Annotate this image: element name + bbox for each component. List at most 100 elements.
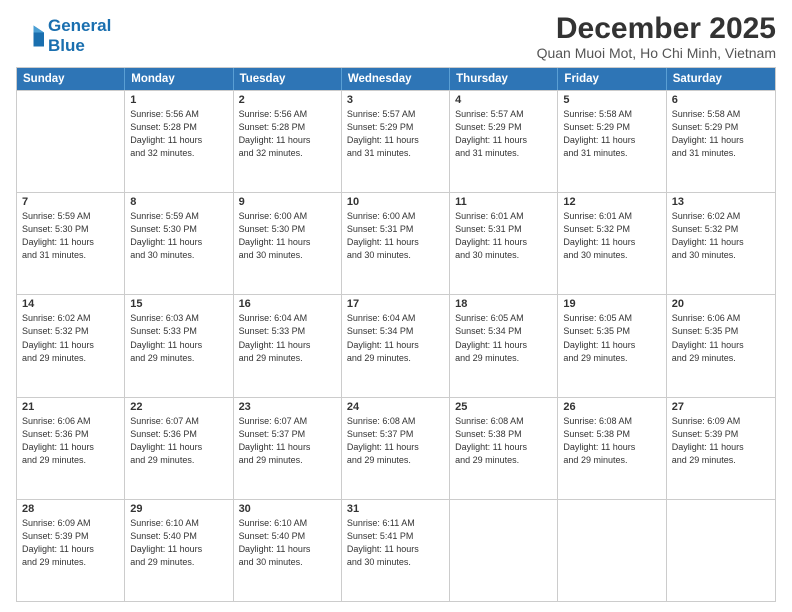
calendar-cell: 16 Sunrise: 6:04 AM Sunset: 5:33 PM Dayli… xyxy=(234,295,342,396)
day-number: 3 xyxy=(347,94,444,106)
day-number: 15 xyxy=(130,298,227,310)
calendar-cell: 23 Sunrise: 6:07 AM Sunset: 5:37 PM Dayli… xyxy=(234,398,342,499)
day-info: Sunrise: 6:04 AM Sunset: 5:34 PM Dayligh… xyxy=(347,312,444,364)
day-info: Sunrise: 5:56 AM Sunset: 5:28 PM Dayligh… xyxy=(130,108,227,160)
day-info: Sunrise: 6:10 AM Sunset: 5:40 PM Dayligh… xyxy=(239,517,336,569)
calendar-cell: 5 Sunrise: 5:58 AM Sunset: 5:29 PM Daylig… xyxy=(558,91,666,192)
calendar-cell: 15Sunrise: 6:03 AM Sunset: 5:33 PM Dayli… xyxy=(125,295,233,396)
day-info: Sunrise: 6:00 AM Sunset: 5:30 PM Dayligh… xyxy=(239,210,336,262)
day-number: 2 xyxy=(239,94,336,106)
calendar-week-row: 14Sunrise: 6:02 AM Sunset: 5:32 PM Dayli… xyxy=(17,294,775,396)
day-info: Sunrise: 5:59 AM Sunset: 5:30 PM Dayligh… xyxy=(22,210,119,262)
day-number: 6 xyxy=(672,94,770,106)
day-info: Sunrise: 6:01 AM Sunset: 5:31 PM Dayligh… xyxy=(455,210,552,262)
calendar-cell: 12 Sunrise: 6:01 AM Sunset: 5:32 PM Dayli… xyxy=(558,193,666,294)
calendar-header-cell: Wednesday xyxy=(342,68,450,90)
calendar-cell: 14Sunrise: 6:02 AM Sunset: 5:32 PM Dayli… xyxy=(17,295,125,396)
day-info: Sunrise: 5:56 AM Sunset: 5:28 PM Dayligh… xyxy=(239,108,336,160)
calendar-header-cell: Thursday xyxy=(450,68,558,90)
logo-general: General xyxy=(48,16,111,35)
calendar-week-row: 28 Sunrise: 6:09 AM Sunset: 5:39 PM Dayli… xyxy=(17,499,775,601)
calendar-cell: 11 Sunrise: 6:01 AM Sunset: 5:31 PM Dayli… xyxy=(450,193,558,294)
calendar-cell: 9 Sunrise: 6:00 AM Sunset: 5:30 PM Daylig… xyxy=(234,193,342,294)
day-info: Sunrise: 5:58 AM Sunset: 5:29 PM Dayligh… xyxy=(563,108,660,160)
day-number: 18 xyxy=(455,298,552,310)
day-info: Sunrise: 6:05 AM Sunset: 5:34 PM Dayligh… xyxy=(455,312,552,364)
logo-blue: Blue xyxy=(48,36,111,56)
day-number: 28 xyxy=(22,503,119,515)
calendar-header-cell: Sunday xyxy=(17,68,125,90)
calendar-cell: 1 Sunrise: 5:56 AM Sunset: 5:28 PM Daylig… xyxy=(125,91,233,192)
day-number: 1 xyxy=(130,94,227,106)
day-info: Sunrise: 6:00 AM Sunset: 5:31 PM Dayligh… xyxy=(347,210,444,262)
calendar-week-row: 21Sunrise: 6:06 AM Sunset: 5:36 PM Dayli… xyxy=(17,397,775,499)
day-info: Sunrise: 5:58 AM Sunset: 5:29 PM Dayligh… xyxy=(672,108,770,160)
day-number: 20 xyxy=(672,298,770,310)
day-number: 30 xyxy=(239,503,336,515)
day-info: Sunrise: 6:08 AM Sunset: 5:38 PM Dayligh… xyxy=(563,415,660,467)
calendar-week-row: 7 Sunrise: 5:59 AM Sunset: 5:30 PM Daylig… xyxy=(17,192,775,294)
day-info: Sunrise: 6:01 AM Sunset: 5:32 PM Dayligh… xyxy=(563,210,660,262)
calendar-cell: 28 Sunrise: 6:09 AM Sunset: 5:39 PM Dayli… xyxy=(17,500,125,601)
calendar-cell: 26Sunrise: 6:08 AM Sunset: 5:38 PM Dayli… xyxy=(558,398,666,499)
day-info: Sunrise: 6:08 AM Sunset: 5:37 PM Dayligh… xyxy=(347,415,444,467)
calendar-header-cell: Saturday xyxy=(667,68,775,90)
calendar-cell: 13 Sunrise: 6:02 AM Sunset: 5:32 PM Dayli… xyxy=(667,193,775,294)
day-info: Sunrise: 6:06 AM Sunset: 5:35 PM Dayligh… xyxy=(672,312,770,364)
day-number: 17 xyxy=(347,298,444,310)
day-info: Sunrise: 6:07 AM Sunset: 5:36 PM Dayligh… xyxy=(130,415,227,467)
calendar-cell: 21Sunrise: 6:06 AM Sunset: 5:36 PM Dayli… xyxy=(17,398,125,499)
day-number: 22 xyxy=(130,401,227,413)
day-number: 29 xyxy=(130,503,227,515)
calendar-cell: 10Sunrise: 6:00 AM Sunset: 5:31 PM Dayli… xyxy=(342,193,450,294)
calendar-week-row: 1 Sunrise: 5:56 AM Sunset: 5:28 PM Daylig… xyxy=(17,90,775,192)
day-info: Sunrise: 6:04 AM Sunset: 5:33 PM Dayligh… xyxy=(239,312,336,364)
calendar-cell: 24Sunrise: 6:08 AM Sunset: 5:37 PM Dayli… xyxy=(342,398,450,499)
day-info: Sunrise: 5:57 AM Sunset: 5:29 PM Dayligh… xyxy=(347,108,444,160)
calendar-cell: 18 Sunrise: 6:05 AM Sunset: 5:34 PM Dayli… xyxy=(450,295,558,396)
day-number: 12 xyxy=(563,196,660,208)
header: General Blue December 2025 Quan Muoi Mot… xyxy=(16,12,776,61)
logo: General Blue xyxy=(16,16,111,55)
day-number: 21 xyxy=(22,401,119,413)
calendar-cell: 29 Sunrise: 6:10 AM Sunset: 5:40 PM Dayli… xyxy=(125,500,233,601)
calendar-cell: 8 Sunrise: 5:59 AM Sunset: 5:30 PM Daylig… xyxy=(125,193,233,294)
day-number: 8 xyxy=(130,196,227,208)
calendar-cell: 19Sunrise: 6:05 AM Sunset: 5:35 PM Dayli… xyxy=(558,295,666,396)
day-number: 4 xyxy=(455,94,552,106)
calendar-cell: 27 Sunrise: 6:09 AM Sunset: 5:39 PM Dayli… xyxy=(667,398,775,499)
day-number: 16 xyxy=(239,298,336,310)
day-number: 14 xyxy=(22,298,119,310)
day-info: Sunrise: 5:59 AM Sunset: 5:30 PM Dayligh… xyxy=(130,210,227,262)
day-info: Sunrise: 6:10 AM Sunset: 5:40 PM Dayligh… xyxy=(130,517,227,569)
day-number: 23 xyxy=(239,401,336,413)
calendar-cell: 31 Sunrise: 6:11 AM Sunset: 5:41 PM Dayli… xyxy=(342,500,450,601)
calendar-cell: 20 Sunrise: 6:06 AM Sunset: 5:35 PM Dayli… xyxy=(667,295,775,396)
calendar-cell: 25Sunrise: 6:08 AM Sunset: 5:38 PM Dayli… xyxy=(450,398,558,499)
title-block: December 2025 Quan Muoi Mot, Ho Chi Minh… xyxy=(537,12,776,61)
logo-icon xyxy=(16,22,44,50)
day-number: 27 xyxy=(672,401,770,413)
day-number: 7 xyxy=(22,196,119,208)
calendar-body: 1 Sunrise: 5:56 AM Sunset: 5:28 PM Daylig… xyxy=(17,90,775,601)
day-number: 25 xyxy=(455,401,552,413)
calendar-cell xyxy=(17,91,125,192)
day-number: 11 xyxy=(455,196,552,208)
page-title: December 2025 xyxy=(537,12,776,45)
calendar-header-cell: Friday xyxy=(558,68,666,90)
day-number: 13 xyxy=(672,196,770,208)
day-info: Sunrise: 6:09 AM Sunset: 5:39 PM Dayligh… xyxy=(672,415,770,467)
calendar-cell: 22 Sunrise: 6:07 AM Sunset: 5:36 PM Dayli… xyxy=(125,398,233,499)
day-info: Sunrise: 6:09 AM Sunset: 5:39 PM Dayligh… xyxy=(22,517,119,569)
calendar-cell: 30 Sunrise: 6:10 AM Sunset: 5:40 PM Dayli… xyxy=(234,500,342,601)
calendar-cell: 7 Sunrise: 5:59 AM Sunset: 5:30 PM Daylig… xyxy=(17,193,125,294)
day-info: Sunrise: 6:07 AM Sunset: 5:37 PM Dayligh… xyxy=(239,415,336,467)
page: General Blue December 2025 Quan Muoi Mot… xyxy=(0,0,792,612)
day-info: Sunrise: 5:57 AM Sunset: 5:29 PM Dayligh… xyxy=(455,108,552,160)
day-info: Sunrise: 6:11 AM Sunset: 5:41 PM Dayligh… xyxy=(347,517,444,569)
day-number: 31 xyxy=(347,503,444,515)
day-number: 9 xyxy=(239,196,336,208)
day-number: 5 xyxy=(563,94,660,106)
day-info: Sunrise: 6:02 AM Sunset: 5:32 PM Dayligh… xyxy=(672,210,770,262)
calendar-cell: 2 Sunrise: 5:56 AM Sunset: 5:28 PM Daylig… xyxy=(234,91,342,192)
